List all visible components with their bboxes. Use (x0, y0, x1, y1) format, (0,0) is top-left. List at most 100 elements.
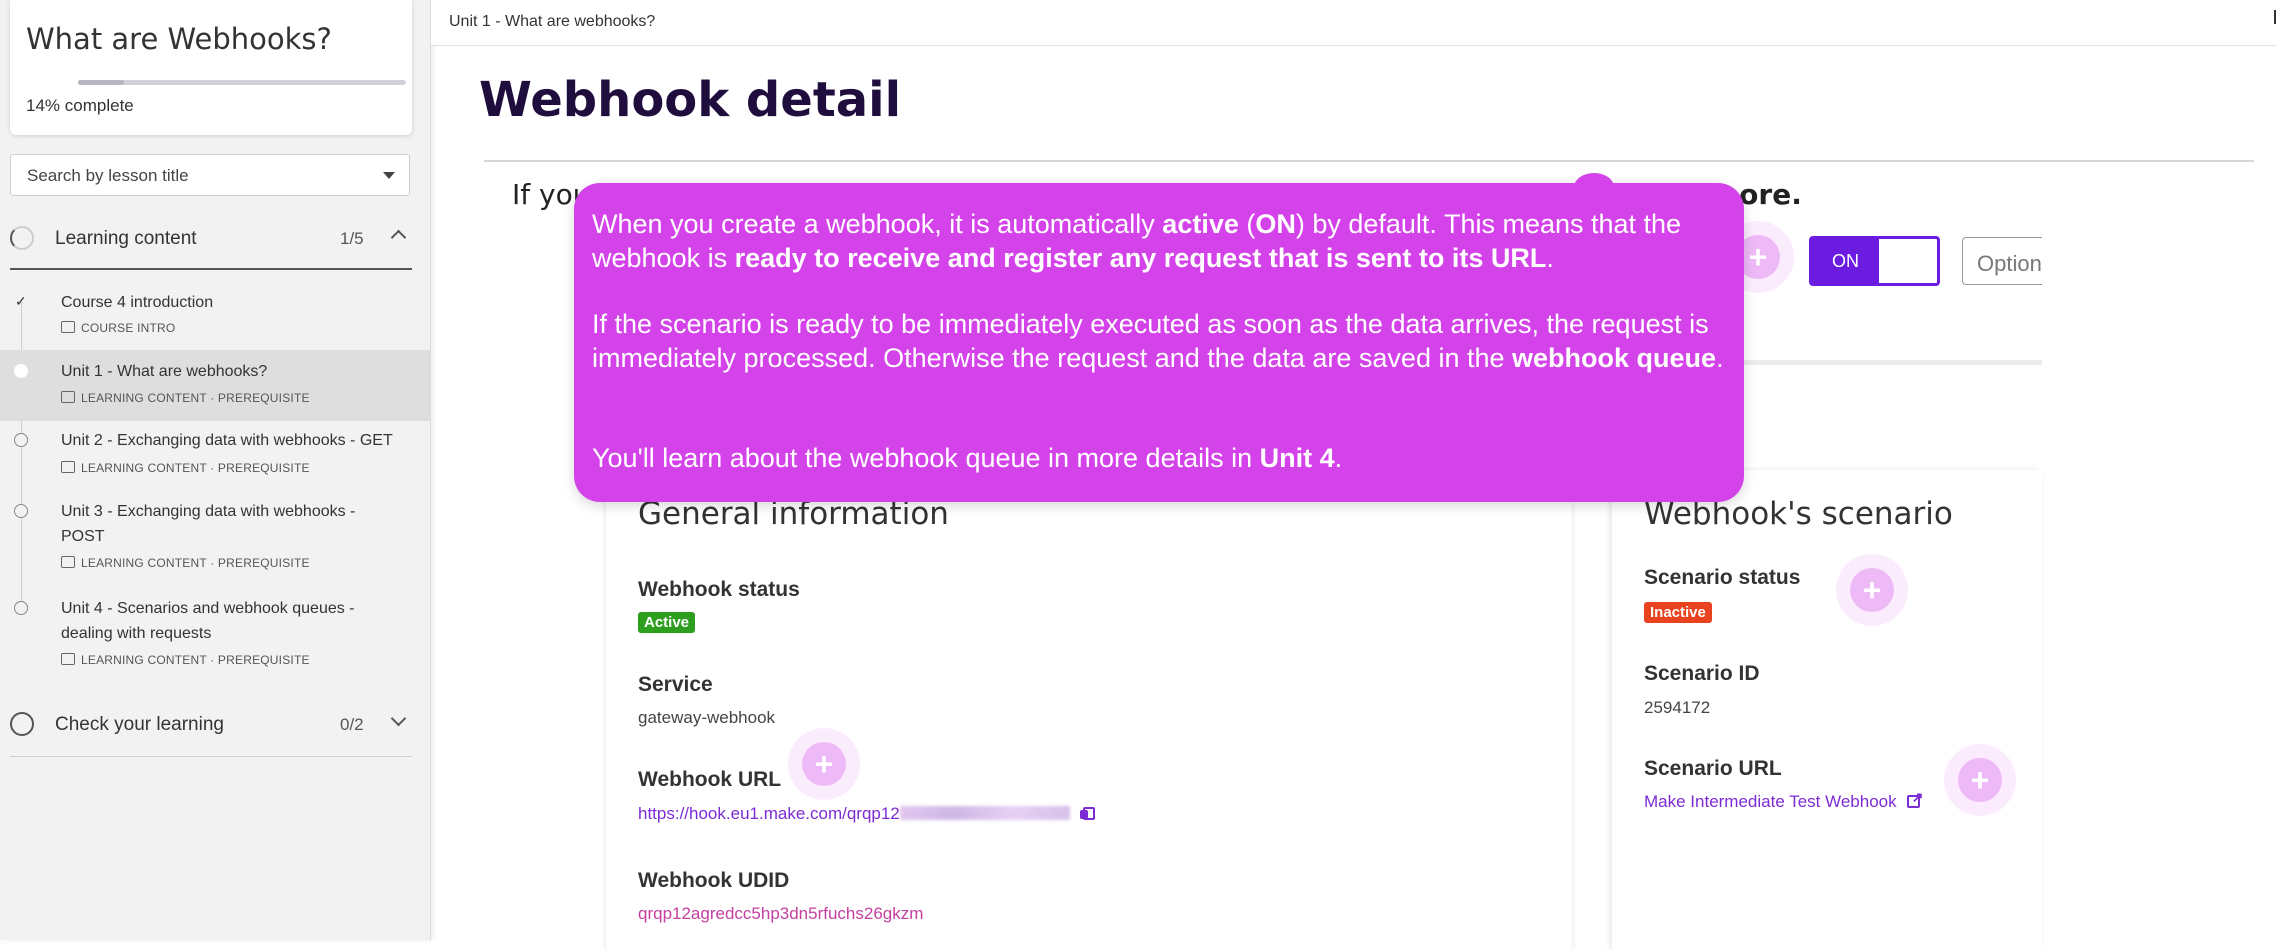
section-divider (10, 268, 412, 270)
page-title: Webhook detail (479, 72, 902, 128)
tooltip-text: . (1546, 243, 1554, 273)
webhook-url-label: Webhook URL (638, 768, 782, 791)
lesson-type-icon (61, 321, 75, 333)
guided-tour-tooltip: When you create a webhook, it is automat… (574, 173, 1744, 502)
lesson-course-intro[interactable]: ✓ Course 4 introduction COURSE INTRO (0, 280, 430, 342)
general-information-panel: General information Webhook status Activ… (606, 470, 1572, 950)
tooltip-text: . (1334, 443, 1343, 473)
lesson-topbar: Unit 1 - What are webhooks? (431, 0, 2276, 46)
progress-value: 14% (26, 96, 61, 115)
lesson-type-icon (61, 556, 75, 568)
webhook-udid-label: Webhook UDID (638, 869, 790, 892)
scenario-url-text: Make Intermediate Test Webhook (1644, 792, 1897, 811)
webhook-udid-value: qrqp12agredcc5hp3dn5rfuchs26gkzm (638, 904, 924, 923)
lesson-meta: LEARNING CONTENT · PREREQUISITE (61, 653, 310, 667)
section-progress-ring-icon (10, 226, 34, 250)
webhook-url-text: https://hook.eu1.make.com/qrqp12 (638, 804, 900, 823)
lesson-type-icon (61, 653, 75, 665)
lesson-title: Unit 3 - Exchanging data with webhooks -… (61, 503, 356, 545)
lesson-status-dot (14, 433, 28, 447)
lesson-status-dot (14, 364, 28, 378)
lesson-search-placeholder: Search by lesson title (27, 166, 189, 185)
copy-icon[interactable] (1079, 807, 1095, 820)
lesson-status-dot (14, 601, 28, 615)
scenario-url-label: Scenario URL (1644, 757, 1782, 780)
lesson-meta-text: COURSE INTRO (81, 321, 176, 335)
lesson-title: Course 4 introduction (61, 294, 214, 311)
checkmark-icon: ✓ (15, 293, 27, 309)
lesson-meta-text: LEARNING CONTENT · PREREQUISITE (81, 461, 310, 475)
options-label: Option (1977, 251, 2042, 276)
section-progress-ring-icon (10, 712, 34, 736)
plus-icon: + (1862, 572, 1882, 608)
chevron-down-icon (390, 710, 407, 727)
plus-icon: + (814, 746, 834, 782)
lesson-title: Unit 4 - Scenarios and webhook queues - … (61, 600, 355, 642)
lesson-type-icon (61, 391, 75, 403)
progress-suffix: complete (64, 96, 134, 115)
scenario-id-value: 2594172 (1644, 698, 1711, 717)
section-count: 0/2 (340, 715, 364, 734)
redacted-url-segment (899, 806, 1070, 820)
section-learning-content[interactable]: Learning content 1/5 (0, 214, 430, 264)
lesson-title: Unit 2 - Exchanging data with webhooks -… (61, 432, 393, 449)
scenario-id-label: Scenario ID (1644, 662, 1760, 685)
lesson-meta: COURSE INTRO (61, 321, 175, 335)
lesson-unit-3[interactable]: Unit 3 - Exchanging data with webhooks -… (0, 492, 430, 582)
lesson-meta-text: LEARNING CONTENT · PREREQUISITE (81, 653, 310, 667)
caret-down-icon (383, 172, 395, 179)
course-header-card: What are Webhooks? 14% complete (10, 0, 412, 135)
lesson-title: Unit 1 - What are webhooks? (61, 363, 268, 380)
section-label: Check your learning (55, 714, 224, 735)
lesson-meta: LEARNING CONTENT · PREREQUISITE (61, 461, 310, 475)
tooltip-emphasis: webhook queue (1512, 343, 1717, 373)
tooltip-text: . (1716, 343, 1724, 373)
webhook-scenario-panel: Webhook's scenario Scenario status Inact… (1612, 470, 2042, 950)
lesson-unit-4[interactable]: Unit 4 - Scenarios and webhook queues - … (0, 589, 430, 679)
close-icon[interactable] (2268, 10, 2276, 24)
webhook-on-toggle[interactable]: ON (1809, 236, 1940, 286)
service-label: Service (638, 673, 713, 696)
tooltip-emphasis: Unit 4 (1259, 443, 1335, 473)
section-label: Learning content (55, 228, 197, 249)
course-title: What are Webhooks? (26, 22, 332, 56)
scenario-url-link[interactable]: Make Intermediate Test Webhook (1644, 789, 1923, 812)
hotspot-plus-icon[interactable]: + (1850, 568, 1894, 612)
section-check-your-learning[interactable]: Check your learning 0/2 (0, 700, 430, 750)
lesson-unit-1[interactable]: Unit 1 - What are webhooks? LEARNING CON… (0, 350, 430, 421)
toggle-on-label: ON (1812, 239, 1879, 283)
tooltip-paragraph-1: When you create a webhook, it is automat… (592, 207, 1732, 275)
webhook-status-label: Webhook status (638, 578, 800, 601)
tooltip-emphasis: ready to receive and register any reques… (734, 243, 1547, 273)
title-divider (484, 160, 2254, 162)
breadcrumb: Unit 1 - What are webhooks? (449, 13, 656, 30)
chevron-up-icon (390, 229, 407, 246)
course-progress-bar (78, 80, 406, 85)
service-value: gateway-webhook (638, 708, 776, 727)
lesson-type-icon (61, 461, 75, 473)
status-badge-inactive: Inactive (1644, 602, 1712, 623)
course-progress-text: 14% complete (26, 96, 134, 116)
status-badge-active: Active (638, 612, 696, 633)
tooltip-text: When you create a webhook, it is automat… (592, 209, 1163, 239)
lesson-status-dot (14, 504, 28, 518)
lesson-search-dropdown[interactable]: Search by lesson title (10, 154, 410, 196)
webhook-url-link[interactable]: https://hook.eu1.make.com/qrqp12 (638, 804, 1095, 824)
tooltip-emphasis: active (1162, 209, 1239, 239)
options-button[interactable]: Option (1962, 237, 2042, 285)
tooltip-emphasis: ON (1255, 209, 1296, 239)
lesson-unit-2[interactable]: Unit 2 - Exchanging data with webhooks -… (0, 421, 430, 487)
tooltip-text: You'll learn about the webhook queue in … (592, 443, 1260, 473)
hotspot-plus-icon[interactable]: + (802, 742, 846, 786)
scenario-status-label: Scenario status (1644, 566, 1801, 589)
lesson-meta-text: LEARNING CONTENT · PREREQUISITE (81, 391, 310, 405)
plus-icon: + (1970, 762, 1990, 798)
external-link-icon (1906, 789, 1923, 808)
hotspot-plus-icon[interactable]: + (1958, 758, 2002, 802)
lesson-meta-text: LEARNING CONTENT · PREREQUISITE (81, 556, 310, 570)
course-progress-fill (78, 80, 124, 85)
tooltip-anchor-dot (1574, 173, 1614, 201)
course-sidebar: What are Webhooks? 14% complete Search b… (0, 0, 431, 940)
tooltip-text: ( (1238, 209, 1256, 239)
tooltip-paragraph-2: If the scenario is ready to be immediate… (592, 307, 1732, 375)
